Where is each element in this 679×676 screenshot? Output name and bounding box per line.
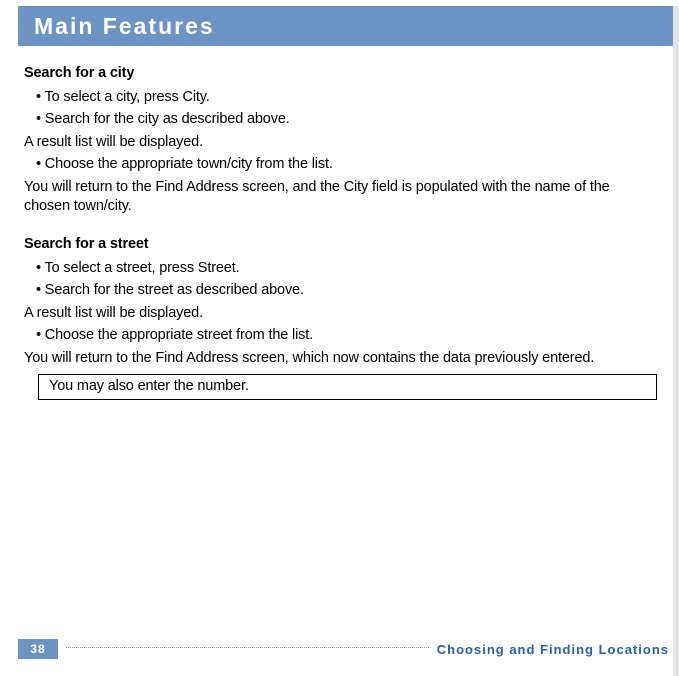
- body-text: You will return to the Find Address scre…: [24, 349, 657, 369]
- body-text: You will return to the Find Address scre…: [24, 178, 657, 217]
- footer-dotted-rule: [66, 647, 429, 648]
- bullet-text: • To select a city, press City.: [36, 88, 657, 108]
- bullet-text: • Search for the street as described abo…: [36, 281, 657, 301]
- section-heading-city: Search for a city: [24, 64, 657, 84]
- bullet-text: • Choose the appropriate street from the…: [36, 326, 657, 346]
- footer-section-label: Choosing and Finding Locations: [437, 642, 669, 657]
- header-bar: Main Features: [18, 6, 673, 46]
- body-text: A result list will be displayed.: [24, 133, 657, 153]
- body-text: A result list will be displayed.: [24, 304, 657, 324]
- page-title: Main Features: [34, 13, 215, 40]
- bullet-text: • To select a street, press Street.: [36, 259, 657, 279]
- note-text: You may also enter the number.: [49, 378, 249, 394]
- bullet-text: • Search for the city as described above…: [36, 110, 657, 130]
- section-heading-street: Search for a street: [24, 235, 657, 255]
- page-footer: 38 Choosing and Finding Locations: [0, 638, 679, 660]
- page-number-badge: 38: [18, 639, 58, 659]
- page-content: Search for a city • To select a city, pr…: [0, 46, 679, 400]
- bullet-text: • Choose the appropriate town/city from …: [36, 155, 657, 175]
- note-box: You may also enter the number.: [38, 374, 657, 400]
- page-right-border: [673, 6, 679, 676]
